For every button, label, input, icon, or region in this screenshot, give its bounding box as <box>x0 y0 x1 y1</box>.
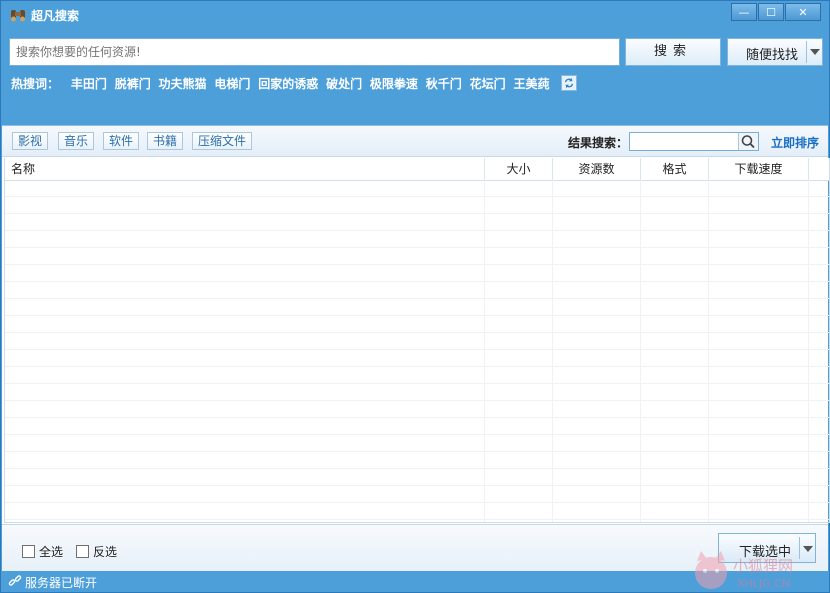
select-all-checkbox[interactable]: 全选 <box>22 543 63 560</box>
title-bar[interactable]: 超凡搜索 — ☐ ✕ <box>1 1 829 29</box>
divider <box>799 537 800 559</box>
hot-word-link[interactable]: 脱裤门 <box>115 77 151 91</box>
table-row <box>5 418 829 435</box>
app-window: 超凡搜索 — ☐ ✕ 搜索 随便找找 热搜词： 丰田门 脱裤门 功夫熊猫 电梯门… <box>0 0 830 593</box>
category-software[interactable]: 软件 <box>103 132 140 150</box>
hot-words-label: 热搜词： <box>11 77 60 91</box>
status-bar: 服务器已断开 <box>1 570 829 592</box>
table-row <box>5 503 829 520</box>
table-row <box>5 299 829 316</box>
sort-now-link[interactable]: 立即排序 <box>771 134 819 151</box>
table-row <box>5 197 829 214</box>
table-row <box>5 214 829 231</box>
category-music[interactable]: 音乐 <box>58 132 95 150</box>
invert-select-checkbox[interactable]: 反选 <box>76 543 117 560</box>
minimize-button[interactable]: — <box>731 3 757 21</box>
refresh-icon[interactable] <box>561 75 578 91</box>
table-row <box>5 316 829 333</box>
hot-word-link[interactable]: 花坛门 <box>470 77 506 91</box>
category-books[interactable]: 书籍 <box>147 132 184 150</box>
hot-word-link[interactable]: 王美莼 <box>513 77 549 91</box>
result-search-label: 结果搜索： <box>568 136 629 150</box>
download-selected-label: 下载选中 <box>739 545 792 560</box>
table-row <box>5 435 829 452</box>
column-header-sources[interactable]: 资源数 <box>553 158 641 180</box>
checkbox-icon[interactable] <box>22 545 35 558</box>
column-header-speed[interactable]: 下载速度 <box>709 158 809 180</box>
search-input[interactable] <box>10 39 619 65</box>
chevron-down-icon[interactable] <box>810 49 820 55</box>
window-title: 超凡搜索 <box>31 9 80 23</box>
search-icon[interactable] <box>738 133 758 150</box>
table-row <box>5 265 829 282</box>
category-archives[interactable]: 压缩文件 <box>192 132 253 150</box>
search-field[interactable] <box>9 38 620 66</box>
hot-word-link[interactable]: 丰田门 <box>71 77 107 91</box>
column-header-name[interactable]: 名称 <box>5 158 485 180</box>
footer-bar: 全选 反选 下载选中 <box>2 524 828 571</box>
select-all-label: 全选 <box>39 545 64 559</box>
table-row <box>5 231 829 248</box>
table-row <box>5 452 829 469</box>
table-row <box>5 486 829 503</box>
table-row <box>5 333 829 350</box>
hot-word-link[interactable]: 功夫熊猫 <box>159 77 207 91</box>
category-video[interactable]: 影视 <box>12 132 49 150</box>
hot-word-link[interactable]: 电梯门 <box>214 77 250 91</box>
hot-word-link[interactable]: 破处门 <box>326 77 362 91</box>
table-header: 名称 大小 资源数 格式 下载速度 <box>5 158 829 181</box>
table-row <box>5 401 829 418</box>
results-panel: 影视 音乐 软件 书籍 压缩文件 结果搜索： 立即排序 名称 大小 资源数 格式… <box>2 125 830 571</box>
download-selected-button[interactable]: 下载选中 <box>718 533 816 563</box>
checkbox-icon[interactable] <box>76 545 89 558</box>
restore-button[interactable]: ☐ <box>758 3 784 21</box>
table-row <box>5 350 829 367</box>
table-row <box>5 384 829 401</box>
status-text: 服务器已断开 <box>25 576 98 590</box>
column-header-format[interactable]: 格式 <box>641 158 709 180</box>
result-search-input[interactable] <box>630 133 744 149</box>
table-row <box>5 469 829 486</box>
table-row <box>5 248 829 265</box>
table-row <box>5 367 829 384</box>
hot-word-link[interactable]: 极限拳速 <box>370 77 418 91</box>
category-toolbar: 影视 音乐 软件 书籍 压缩文件 结果搜索： 立即排序 <box>2 126 828 157</box>
hot-word-link[interactable]: 回家的诱惑 <box>258 77 318 91</box>
hot-word-link[interactable]: 秋千门 <box>426 77 462 91</box>
search-button[interactable]: 搜索 <box>625 38 721 66</box>
chevron-down-icon[interactable] <box>803 546 813 552</box>
table-row <box>5 180 829 197</box>
invert-select-label: 反选 <box>93 545 118 559</box>
random-search-label: 随便找找 <box>746 48 799 63</box>
binoculars-icon <box>11 10 25 22</box>
column-header-size[interactable]: 大小 <box>485 158 553 180</box>
random-search-button[interactable]: 随便找找 <box>727 38 823 66</box>
close-button[interactable]: ✕ <box>785 3 821 21</box>
results-table: 名称 大小 资源数 格式 下载速度 <box>4 158 830 523</box>
disconnect-icon <box>8 575 22 586</box>
result-search-field[interactable] <box>629 132 759 151</box>
hot-words-bar: 热搜词： 丰田门 脱裤门 功夫熊猫 电梯门 回家的诱惑 破处门 极限拳速 秋千门… <box>11 75 578 92</box>
table-row <box>5 282 829 299</box>
divider <box>806 41 807 63</box>
